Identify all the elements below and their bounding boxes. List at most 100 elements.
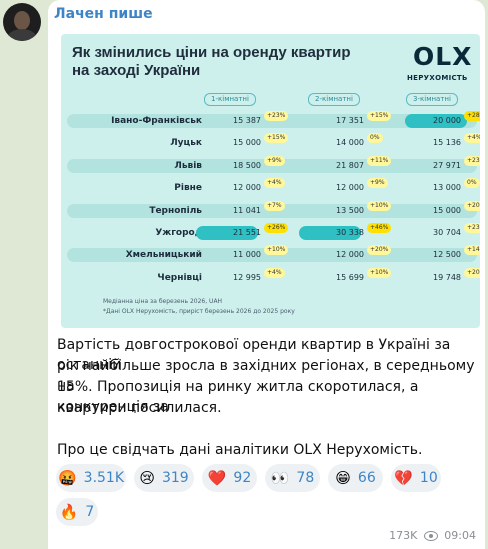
price-value: 30 704 — [433, 228, 461, 237]
avatar-body — [7, 29, 37, 41]
table-row: Тернопіль 11 041+7% 13 500+10% 15 000+20% — [61, 200, 480, 222]
price-value: 19 748 — [433, 272, 461, 282]
olx-logo-sub: НЕРУХОМІСТЬ — [407, 74, 468, 82]
reaction-chip[interactable]: 👀 78 — [265, 464, 320, 492]
city-label: Тернопіль — [149, 205, 202, 216]
reaction-chip[interactable]: 😢 319 — [134, 464, 194, 492]
reaction-chip[interactable]: 😁 66 — [328, 464, 383, 492]
city-label: Луцьк — [170, 138, 202, 149]
avatar-head — [14, 11, 30, 30]
change-badge: +23% — [464, 223, 480, 233]
change-badge: +26% — [264, 223, 289, 233]
table-row: Чернівці 12 995+4% 15 699+10% 19 748+20% — [61, 267, 480, 289]
price-value: 30 338 — [336, 228, 364, 237]
reaction-emoji-icon: 💔 — [394, 469, 413, 487]
price-value: 20 000 — [433, 116, 461, 125]
column-header-1room: 1-кімнатні — [204, 93, 256, 106]
change-badge: +20% — [464, 267, 480, 278]
price-value: 15 000 — [433, 205, 461, 215]
channel-name[interactable]: Лачен пише — [54, 6, 153, 22]
reaction-emoji-icon: 😢 — [139, 469, 155, 487]
reaction-chip[interactable]: 💔 10 — [391, 464, 441, 492]
price-value: 12 000 — [336, 183, 364, 193]
message-bubble: Лачен пише Як змінились ціни на оренду к… — [48, 0, 485, 549]
change-badge: +20% — [367, 245, 392, 256]
change-badge: +15% — [264, 133, 289, 144]
change-badge: +20% — [464, 200, 480, 211]
change-badge: +23% — [464, 155, 480, 166]
price-value: 14 000 — [336, 138, 364, 148]
eye-icon — [423, 531, 438, 541]
reaction-count: 92 — [233, 470, 252, 486]
table-row: Івано-Франківськ 15 387 +23% 17 351 +15% 20 0… — [61, 110, 480, 132]
price-value: 11 041 — [233, 205, 261, 215]
reaction-count: 3.51K — [83, 470, 125, 486]
change-badge: 0% — [367, 133, 383, 144]
change-badge: +28% — [464, 111, 480, 121]
change-badge: +4% — [264, 267, 285, 278]
post-image[interactable]: Як змінились ціни на оренду квартир на з… — [61, 34, 480, 328]
infographic-title-line1: Як змінились ціни на оренду квартир — [72, 44, 351, 61]
post-text-line5: Про це свідчать дані аналітики OLX Нерух… — [57, 442, 423, 458]
change-badge: +9% — [367, 178, 388, 189]
table-row: Луцьк 15 000+15% 14 0000% 15 136+4% — [61, 132, 480, 154]
change-badge: +4% — [264, 178, 285, 189]
infographic-title-line2: на заході України — [72, 62, 201, 79]
reaction-count: 10 — [419, 470, 438, 486]
column-header-2room: 2-кімнатні — [308, 93, 360, 106]
price-value: 17 351 — [336, 116, 364, 125]
change-badge: +10% — [264, 245, 289, 256]
change-badge: +9% — [264, 155, 285, 166]
table-row: Львів 18 500+9% 21 807+11% 27 971+23% — [61, 155, 480, 177]
change-badge: +23% — [264, 111, 289, 121]
price-value: 15 387 — [233, 116, 261, 125]
table-row: Ужгород 21 551+26% 30 338+46% 30 704+23% — [61, 222, 480, 244]
view-count: 173K — [389, 529, 418, 542]
price-value: 12 995 — [233, 272, 261, 282]
price-value: 12 000 — [336, 250, 364, 260]
price-value: 27 971 — [433, 160, 461, 170]
price-value: 18 500 — [233, 160, 261, 170]
price-value: 12 500 — [433, 250, 461, 260]
change-badge: +14% — [464, 245, 480, 256]
column-header-3room: 3-кімнатні — [406, 93, 458, 106]
price-value: 21 807 — [336, 160, 364, 170]
change-badge: +46% — [367, 223, 392, 233]
reaction-chip[interactable]: 🤬 3.51K — [56, 464, 126, 492]
change-badge: +7% — [264, 200, 285, 211]
city-label: Рівне — [174, 183, 202, 194]
reaction-emoji-icon: ❤️ — [207, 469, 227, 487]
reaction-emoji-icon: 🤬 — [57, 469, 77, 487]
reaction-emoji-icon: 😁 — [335, 469, 351, 487]
reaction-count: 7 — [85, 504, 95, 520]
reaction-emoji-icon: 👀 — [270, 469, 290, 487]
reaction-chip[interactable]: ❤️ 92 — [202, 464, 257, 492]
change-badge: 0% — [464, 178, 480, 189]
city-label: Львів — [174, 160, 202, 171]
price-value: 13 000 — [433, 183, 461, 193]
city-label: Івано-Франківськ — [111, 116, 202, 126]
price-value: 15 136 — [433, 138, 461, 148]
infographic-note-source: *Дані OLX Нерухомість, приріст березень … — [103, 308, 295, 315]
post-meta: 173K 09:04 — [389, 529, 476, 542]
post-time: 09:04 — [444, 529, 476, 542]
change-badge: +10% — [367, 267, 392, 278]
table-row: Хмельницький 11 000 +10% 12 000 +20% 12 500 +1… — [61, 244, 480, 266]
reaction-count: 78 — [296, 470, 315, 486]
change-badge: +10% — [367, 200, 392, 211]
reaction-emoji-icon: 🔥 — [59, 503, 79, 521]
olx-logo: OLX — [413, 42, 473, 71]
price-value: 15 000 — [233, 138, 261, 148]
reaction-count: 66 — [357, 470, 376, 486]
change-badge: +11% — [367, 155, 392, 166]
city-label: Чернівці — [157, 272, 202, 283]
channel-avatar[interactable] — [3, 3, 41, 41]
change-badge: +4% — [464, 133, 480, 144]
city-label: Хмельницький — [125, 250, 202, 261]
price-value: 12 000 — [233, 183, 261, 193]
price-value: 15 699 — [336, 272, 364, 282]
table-row: Рівне 12 000 +4% 12 000 +9% 13 000 0% — [61, 177, 480, 199]
reaction-chip[interactable]: 🔥 7 — [56, 498, 98, 526]
city-label: Ужгород — [155, 228, 202, 238]
change-badge: +15% — [367, 111, 392, 121]
